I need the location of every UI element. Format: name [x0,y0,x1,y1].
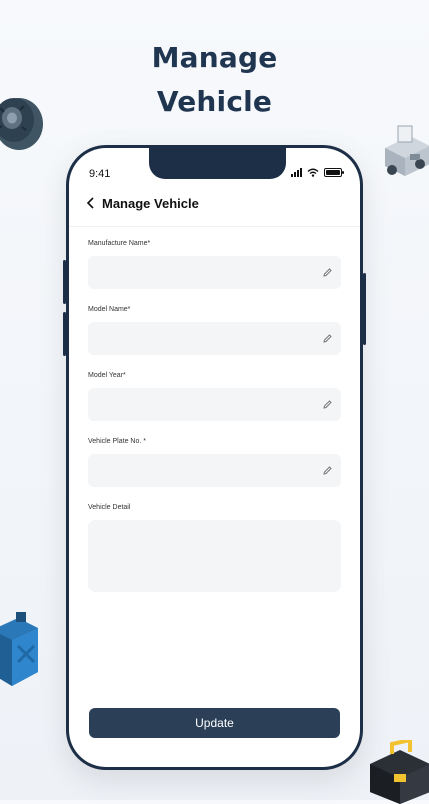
pencil-icon[interactable] [322,333,333,344]
phone-frame: 9:41 Manage Vehicle Manufacture Name* Mo… [63,145,366,770]
wifi-icon [307,168,319,177]
app-header: Manage Vehicle [86,192,344,214]
hero-title: Manage Vehicle [0,36,429,124]
model-name-field: Model Name* [88,306,341,355]
tire-illustration [0,98,43,150]
pencil-icon[interactable] [322,267,333,278]
model-year-input[interactable] [88,388,341,421]
phone-side-button [63,260,66,304]
phone-side-button [63,312,66,356]
pencil-icon[interactable] [322,399,333,410]
phone-power-button [363,273,366,345]
tow-truck-illustration [385,125,429,176]
toolbox-illustration [370,740,429,804]
vehicle-form: Manufacture Name* Model Name* Model Year… [88,240,341,592]
back-chevron-icon[interactable] [86,197,96,209]
model-year-field: Model Year* [88,372,341,421]
pencil-icon[interactable] [322,465,333,476]
status-time: 9:41 [89,168,111,180]
vehicle-plate-field: Vehicle Plate No. * [88,438,341,487]
vehicle-detail-label: Vehicle Detail [88,504,131,511]
signal-icon [291,168,302,177]
phone-screen: 9:41 Manage Vehicle Manufacture Name* Mo… [69,148,360,767]
jerry-can-illustration [0,612,38,686]
model-year-label: Model Year* [88,372,126,379]
manufacture-name-label: Manufacture Name* [88,240,151,247]
vehicle-detail-field: Vehicle Detail [88,504,341,592]
manufacture-name-field: Manufacture Name* [88,240,341,289]
header-divider [69,226,360,227]
hero-title-line1: Manage [151,41,278,74]
page-title: Manage Vehicle [102,195,199,211]
hero-title-line2: Vehicle [156,85,273,118]
vehicle-detail-textarea[interactable] [88,520,341,592]
model-name-input[interactable] [88,322,341,355]
manufacture-name-input[interactable] [88,256,341,289]
status-icons [291,168,344,177]
battery-icon [324,168,344,177]
model-name-label: Model Name* [88,306,131,313]
phone-notch [149,148,286,179]
vehicle-plate-input[interactable] [88,454,341,487]
vehicle-plate-label: Vehicle Plate No. * [88,438,146,445]
update-button[interactable]: Update [89,708,340,738]
